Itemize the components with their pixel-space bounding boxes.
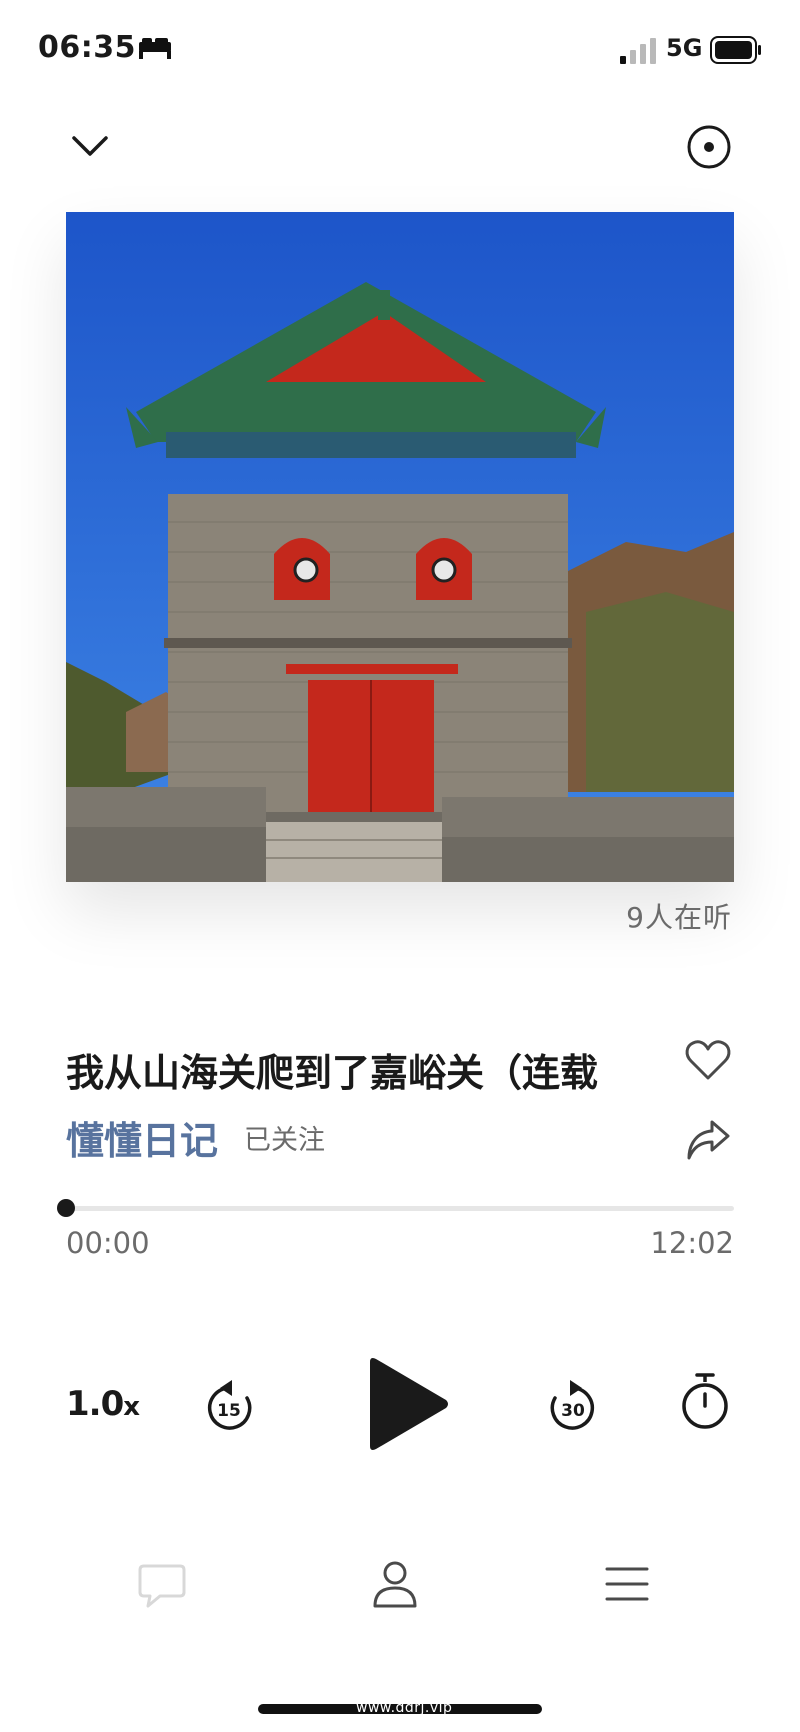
share-icon[interactable] — [684, 1118, 732, 1162]
play-icon[interactable] — [364, 1356, 450, 1452]
network-type: 5G — [666, 34, 703, 62]
bed-icon — [139, 38, 171, 59]
author-name[interactable]: 懂懂日记 — [66, 1110, 218, 1165]
menu-icon[interactable] — [604, 1564, 650, 1604]
cover-image — [66, 212, 734, 882]
forward-30-icon[interactable]: 30 — [546, 1376, 600, 1434]
playback-speed-button[interactable]: 1.0x — [66, 1384, 140, 1424]
rewind-15-icon[interactable]: 15 — [202, 1376, 256, 1434]
episode-title: 我从山海关爬到了嘉峪关（连载 — [66, 1051, 599, 1095]
forward-seconds: 30 — [561, 1401, 585, 1421]
follow-status-button[interactable]: 已关注 — [244, 1118, 325, 1157]
heart-icon[interactable] — [684, 1038, 732, 1082]
total-time: 12:02 — [650, 1226, 734, 1260]
sleep-timer-icon[interactable] — [680, 1372, 730, 1432]
listener-count: 9人在听 — [626, 901, 732, 934]
speed-unit: x — [123, 1392, 140, 1422]
progress-thumb[interactable] — [57, 1199, 75, 1217]
status-time: 06:35 — [38, 30, 136, 65]
signal-icon — [620, 38, 656, 64]
chevron-down-icon[interactable] — [66, 126, 114, 166]
cast-icon[interactable] — [686, 124, 732, 170]
user-icon[interactable] — [372, 1560, 418, 1608]
progress-track[interactable] — [66, 1206, 734, 1211]
speed-value: 1.0 — [66, 1384, 124, 1424]
watermark: www.ddrj.vip — [356, 1700, 453, 1716]
battery-icon — [710, 36, 761, 64]
comment-icon[interactable] — [138, 1562, 186, 1608]
rewind-seconds: 15 — [217, 1401, 241, 1421]
current-time: 00:00 — [66, 1226, 150, 1260]
